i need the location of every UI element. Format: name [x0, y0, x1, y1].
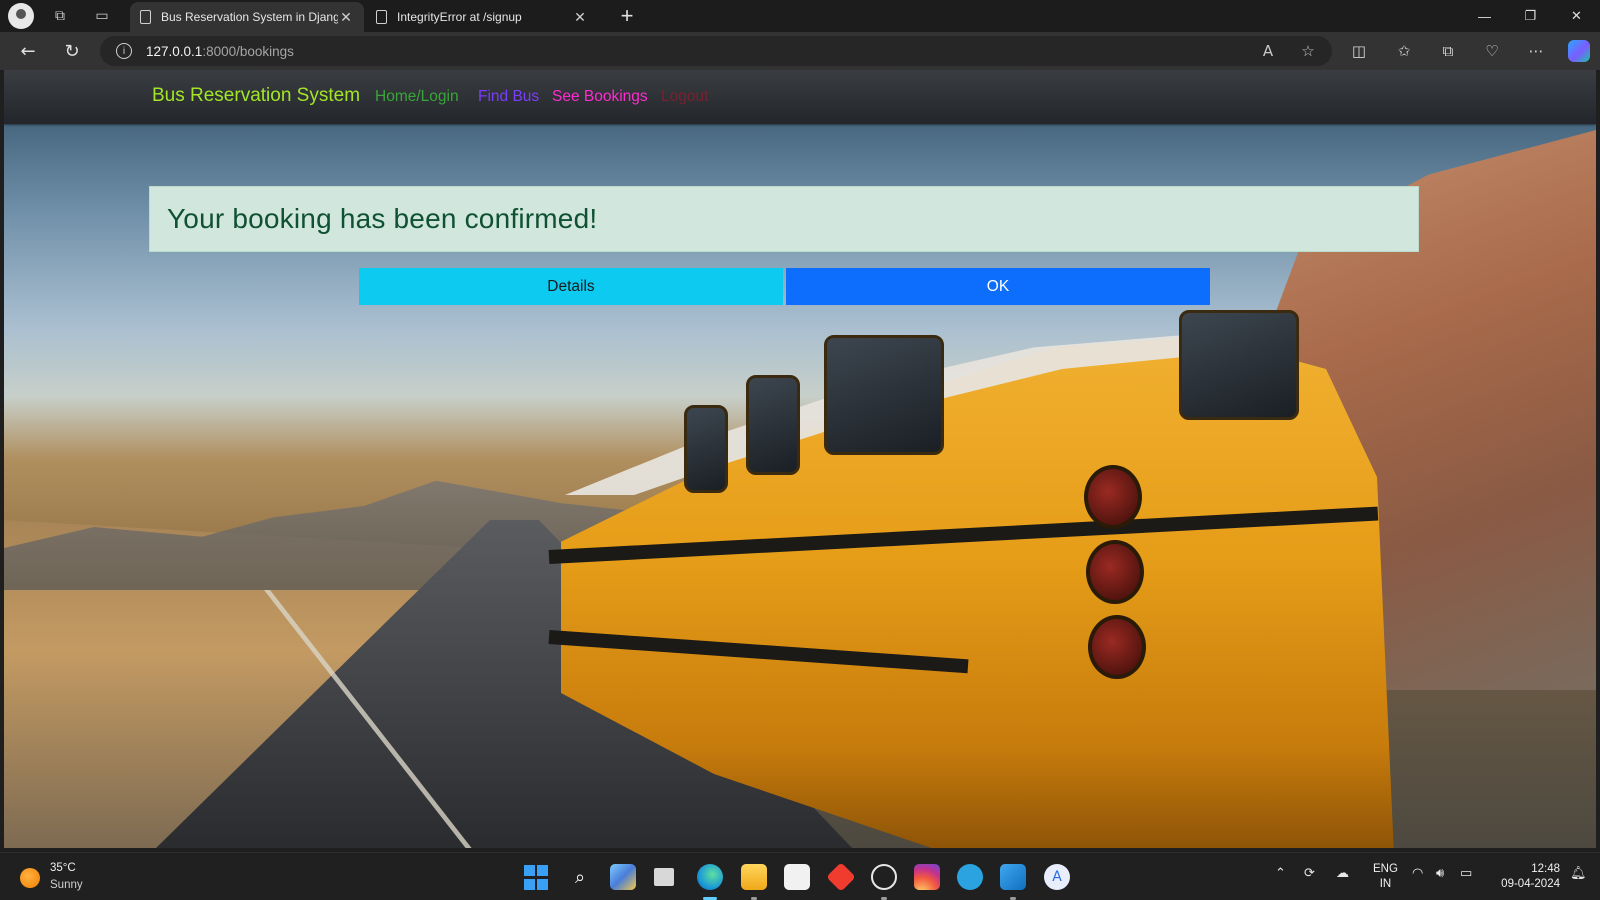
address-bar[interactable]: i 127.0.0.1:8000/bookings A ☆: [100, 36, 1332, 66]
volume-icon[interactable]: 🔊︎: [1436, 866, 1444, 881]
site-info-icon[interactable]: i: [116, 43, 132, 59]
edge-icon[interactable]: [697, 864, 723, 890]
sun-icon[interactable]: [20, 868, 40, 888]
instagram-icon[interactable]: [914, 864, 940, 890]
show-hidden-icons-chevron-icon[interactable]: ⌃: [1275, 866, 1286, 881]
windows-start-icon[interactable]: [523, 864, 549, 890]
copilot-icon[interactable]: [1568, 40, 1590, 62]
windows-taskbar: 35°C Sunny ⌕ A ⌃ ⟳ ☁ ENG IN ◠ 🔊︎ ▭ 12:48…: [0, 852, 1600, 900]
more-menu-icon[interactable]: ⋯: [1521, 38, 1551, 64]
bus-window: [684, 405, 728, 493]
system-clock[interactable]: 12:48 09-04-2024: [1490, 862, 1560, 892]
nav-home-login[interactable]: Home/Login: [375, 88, 459, 106]
clock-date: 09-04-2024: [1501, 878, 1560, 890]
microsoft-store-icon[interactable]: [784, 864, 810, 890]
page-icon: [376, 10, 387, 24]
split-screen-icon[interactable]: ◫: [1344, 38, 1374, 64]
collections-icon[interactable]: ⧉: [1433, 38, 1463, 64]
page-icon: [140, 10, 151, 24]
task-view-icon[interactable]: [654, 868, 674, 886]
browser-tab-bar: ⧉ ▭ Bus Reservation System in Djang ✕ In…: [0, 0, 1600, 32]
search-icon[interactable]: ⌕: [567, 864, 593, 890]
alert-message: Your booking has been confirmed!: [167, 203, 598, 234]
whatsapp-icon[interactable]: [871, 864, 897, 890]
network-offline-icon[interactable]: ☁: [1336, 866, 1349, 881]
new-tab-button[interactable]: +: [612, 2, 642, 30]
widgets-icon[interactable]: [610, 864, 636, 890]
file-explorer-icon[interactable]: [741, 864, 767, 890]
minimize-button[interactable]: —: [1462, 0, 1507, 32]
profile-avatar-icon[interactable]: [8, 3, 34, 29]
nav-see-bookings[interactable]: See Bookings: [552, 88, 648, 106]
git-icon[interactable]: [826, 862, 856, 892]
tab-title: Bus Reservation System in Djang: [161, 10, 338, 24]
input-language[interactable]: ENG IN: [1373, 862, 1398, 892]
ok-button[interactable]: OK: [786, 268, 1210, 305]
details-button[interactable]: Details: [359, 268, 783, 305]
clock-time: 12:48: [1531, 863, 1560, 875]
favorite-star-icon[interactable]: ☆: [1294, 40, 1322, 62]
back-icon[interactable]: ←: [12, 36, 44, 66]
assistant-icon[interactable]: A: [1044, 864, 1070, 890]
bus-tail-light: [1088, 615, 1146, 679]
nav-find-bus[interactable]: Find Bus: [478, 88, 539, 106]
site-navbar: Bus Reservation System Home/Login Find B…: [4, 70, 1596, 124]
restore-button[interactable]: ❐: [1508, 0, 1553, 32]
workspaces-icon[interactable]: ⧉: [40, 0, 80, 32]
telegram-icon[interactable]: [957, 864, 983, 890]
bus-window: [746, 375, 800, 475]
favorites-icon[interactable]: ✩: [1389, 38, 1419, 64]
sync-icon[interactable]: ⟳: [1304, 866, 1315, 881]
close-window-button[interactable]: ✕: [1554, 0, 1599, 32]
bus-tail-light: [1086, 540, 1144, 604]
wifi-icon[interactable]: ◠: [1412, 866, 1423, 881]
tab-bus-reservation[interactable]: Bus Reservation System in Djang ✕: [130, 2, 364, 32]
close-tab-icon[interactable]: ✕: [338, 9, 354, 26]
site-brand[interactable]: Bus Reservation System: [152, 85, 360, 107]
booking-confirmed-alert: Your booking has been confirmed!: [149, 186, 1419, 252]
vertical-tabs-icon[interactable]: ▭: [82, 0, 122, 32]
bus-tail-light: [1084, 465, 1142, 529]
close-tab-icon[interactable]: ✕: [572, 9, 588, 26]
notification-bell-icon[interactable]: 🔔︎: [1570, 866, 1587, 881]
browser-essentials-icon[interactable]: ♡: [1477, 38, 1507, 64]
weather-temp[interactable]: 35°C: [50, 862, 76, 874]
page-viewport: Bus Reservation System Home/Login Find B…: [4, 70, 1596, 848]
battery-icon[interactable]: ▭: [1460, 866, 1472, 881]
tab-title: IntegrityError at /signup: [397, 10, 522, 24]
bus-window: [1179, 310, 1299, 420]
nav-logout[interactable]: Logout: [661, 88, 708, 106]
read-aloud-icon[interactable]: A: [1254, 40, 1282, 62]
vscode-icon[interactable]: [1000, 864, 1026, 890]
url-text[interactable]: 127.0.0.1:8000/bookings: [146, 44, 294, 59]
refresh-icon[interactable]: ↻: [56, 36, 88, 66]
weather-condition[interactable]: Sunny: [50, 879, 83, 891]
tab-integrity-error[interactable]: IntegrityError at /signup ✕: [366, 2, 598, 32]
browser-toolbar: ← ↻ i 127.0.0.1:8000/bookings A ☆ ◫ ✩ ⧉ …: [0, 32, 1600, 70]
bus-window: [824, 335, 944, 455]
